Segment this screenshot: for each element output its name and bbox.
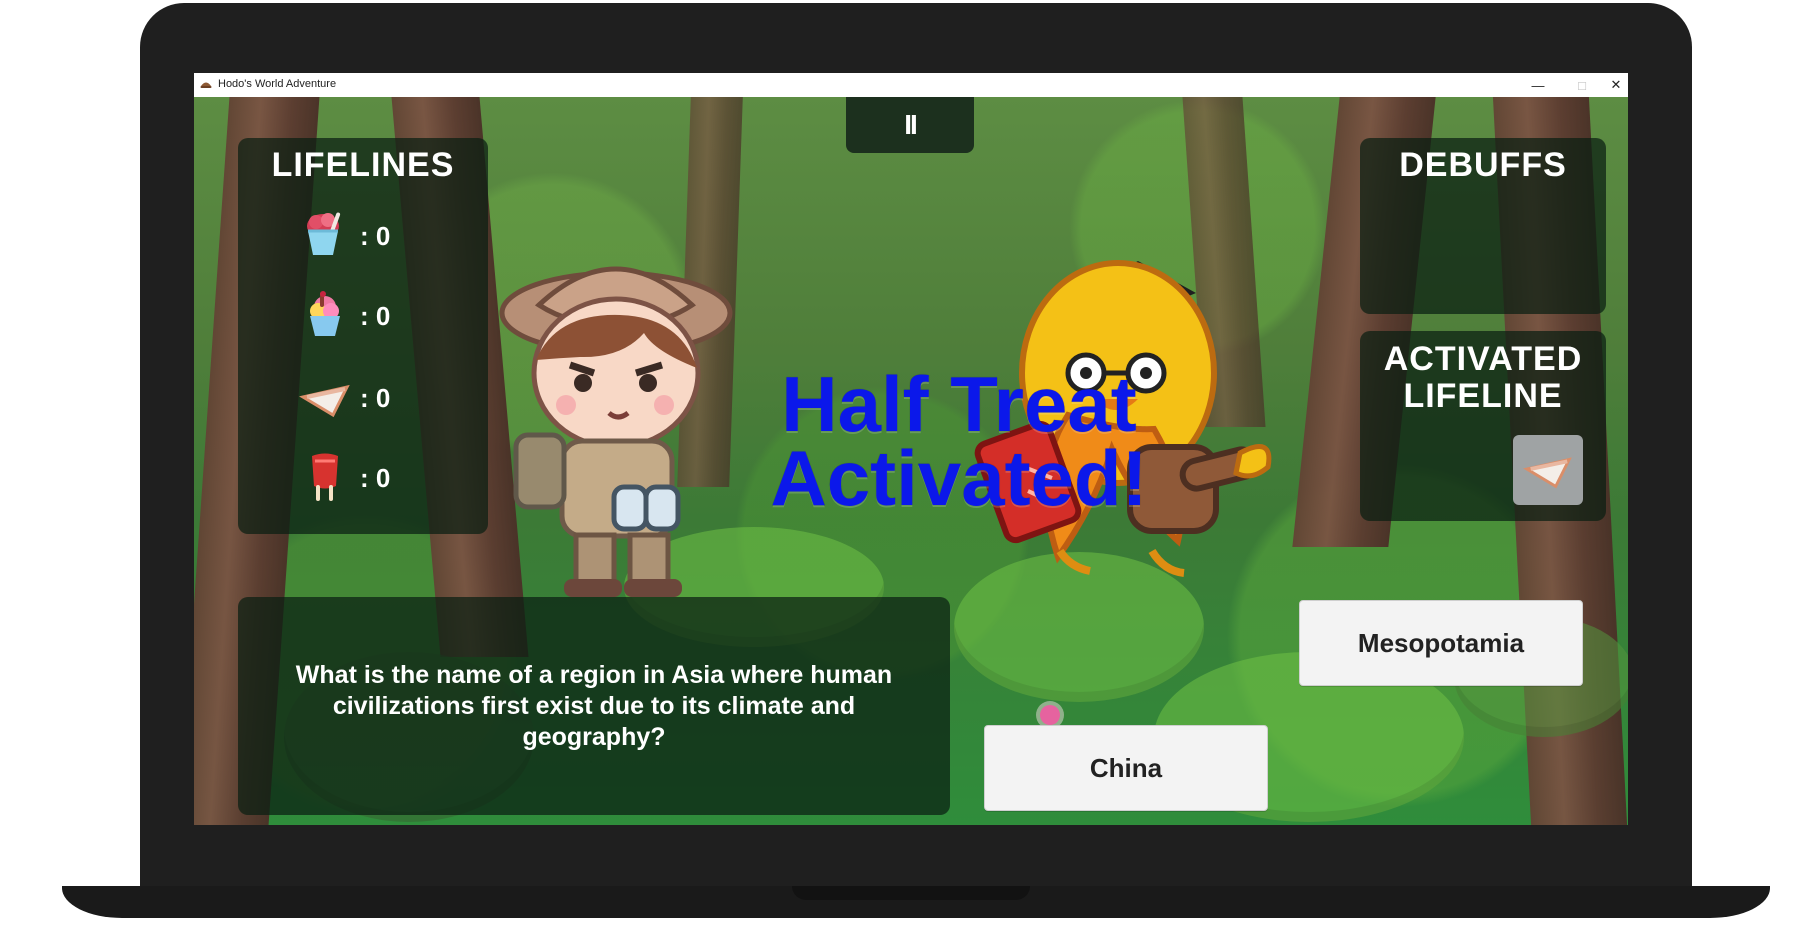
question-panel: What is the name of a region in Asia whe… [238, 597, 950, 815]
banner-line-2: Activated! [770, 434, 1148, 523]
pause-icon: II [904, 109, 917, 140]
active-lifeline-slot [1513, 435, 1583, 505]
lifeline-row-ice-cream-cup[interactable]: : 0 [298, 208, 418, 264]
laptop-notch [792, 886, 1030, 900]
debuffs-panel: DEBUFFS [1360, 138, 1606, 314]
app-window: Hodo's World Adventure — □ ✕ II LIFELINE… [194, 73, 1628, 825]
lifeline-row-pie-slice[interactable]: : 0 [298, 370, 418, 426]
pie-slice-icon [299, 384, 350, 418]
ice-cream-cup-icon [307, 212, 341, 255]
question-text: What is the name of a region in Asia whe… [295, 660, 893, 751]
pause-button[interactable]: II [846, 97, 974, 153]
activated-lifeline-title-line-2: LIFELINE [1403, 376, 1563, 415]
window-title: Hodo's World Adventure [218, 78, 337, 90]
lifeline-count: : 0 [360, 462, 391, 493]
lifeline-row-sundae[interactable]: : 0 [298, 288, 418, 344]
minimize-button[interactable]: — [1516, 73, 1560, 97]
activated-lifeline-title-line-1: ACTIVATED [1383, 340, 1583, 378]
lifeline-count: : 0 [360, 220, 391, 251]
explorer-character [499, 266, 733, 597]
lifeline-activated-banner: Half Treat Activated! [734, 360, 1184, 523]
lifeline-count: : 0 [360, 300, 391, 331]
pie-slice-icon [1522, 457, 1572, 489]
lifelines-panel: LIFELINES : 0: 0: 0: 0 [238, 138, 488, 534]
sundae-icon [310, 291, 340, 336]
popsicle-icon [312, 453, 338, 501]
answer-button-china[interactable]: China [984, 725, 1268, 811]
window-titlebar[interactable]: Hodo's World Adventure — □ ✕ [194, 73, 1628, 98]
hat-app-icon [200, 82, 212, 88]
screenshot-stage: Hodo's World Adventure — □ ✕ II LIFELINE… [0, 0, 1815, 944]
answer-button-mesopotamia[interactable]: Mesopotamia [1299, 600, 1583, 686]
lifeline-row-popsicle[interactable]: : 0 [298, 450, 418, 506]
lifeline-count: : 0 [360, 382, 391, 413]
activated-lifeline-title: ACTIVATED LIFELINE [1360, 341, 1606, 414]
banner-line-1: Half Treat [781, 360, 1137, 448]
lifelines-title: LIFELINES [271, 146, 455, 184]
flower-decoration [1040, 705, 1060, 725]
game-scene: II LIFELINES : 0: 0: 0: 0 DEBUFFS ACT… [194, 97, 1628, 825]
maximize-button[interactable]: □ [1560, 73, 1604, 97]
debuffs-title: DEBUFFS [1399, 146, 1567, 184]
activated-lifeline-panel: ACTIVATED LIFELINE [1360, 331, 1606, 521]
close-button[interactable]: ✕ [1604, 73, 1628, 97]
